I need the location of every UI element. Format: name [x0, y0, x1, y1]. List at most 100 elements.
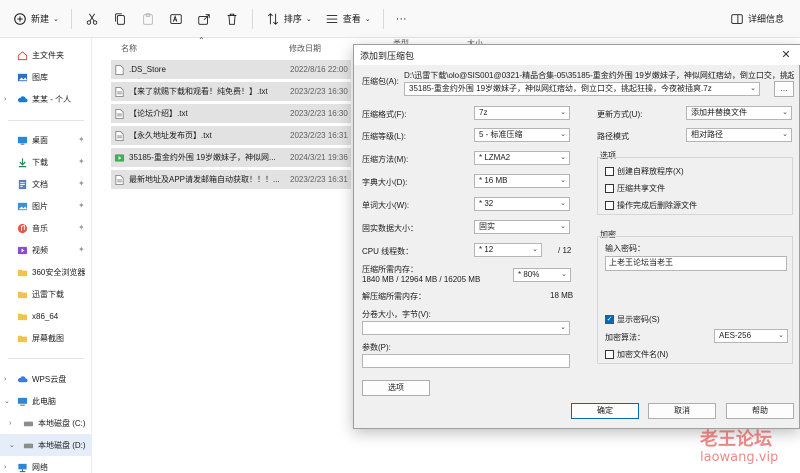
path-mode-select[interactable]: 相对路径 ⌄ — [686, 128, 792, 142]
paste-icon — [140, 11, 156, 27]
file-row[interactable]: 35185-重金约外围 19岁嫩妹子，神似网... 2024/3/21 19:3… — [111, 148, 351, 167]
sort-label: 排序 — [283, 14, 302, 24]
options-button[interactable]: 选项 — [362, 380, 430, 396]
nav-item-desktop[interactable]: 桌面 ✦ — [0, 129, 92, 151]
nav-item-this-pc[interactable]: ⌄ 此电脑 — [0, 390, 92, 412]
nav-item-gallery[interactable]: 图库 — [0, 66, 92, 88]
details-button[interactable]: 详细信息 — [723, 6, 790, 32]
params-input[interactable] — [362, 354, 570, 368]
nav-item-drive-d[interactable]: ⌄ 本地磁盘 (D:) — [0, 434, 92, 456]
chevron-right-icon[interactable]: › — [4, 96, 6, 103]
file-row[interactable]: .DS_Store 2022/8/16 22:00 — [111, 60, 351, 79]
nav-divider — [8, 358, 84, 359]
mem-comp-label: 压缩所需内存： — [362, 265, 418, 274]
new-button[interactable]: 新建 ⌄ — [6, 6, 65, 32]
nav-item-folder[interactable]: 360安全浏览器 — [0, 261, 92, 283]
nav-item-music[interactable]: 音乐 ✦ — [0, 217, 92, 239]
nav-item-videos[interactable]: 视频 ✦ — [0, 239, 92, 261]
mem-pct-select[interactable]: * 80% ⌄ — [513, 268, 571, 282]
file-row[interactable]: 【永久地址发布页】.txt 2023/2/23 16:31 — [111, 126, 351, 145]
enc-method-select[interactable]: AES-256 ⌄ — [714, 329, 788, 343]
nav-divider — [8, 120, 84, 121]
nav-item-network[interactable]: › 网络 — [0, 456, 92, 473]
cancel-button[interactable]: 取消 — [648, 403, 716, 419]
method-select[interactable]: * LZMA2 ⌄ — [474, 151, 570, 165]
video-file-icon — [114, 152, 126, 164]
nav-item-folder[interactable]: 屏幕截图 — [0, 327, 92, 349]
close-icon[interactable]: ✕ — [779, 48, 793, 62]
music-icon — [16, 222, 28, 234]
more-button[interactable]: ··· — [390, 6, 413, 32]
drive-icon — [22, 439, 34, 451]
help-button[interactable]: 帮助 — [726, 403, 794, 419]
view-button[interactable]: 查看 ⌄ — [318, 6, 377, 32]
nav-item-drive-c[interactable]: › 本地磁盘 (C:) — [0, 412, 92, 434]
nav-label: 屏幕截图 — [32, 333, 64, 343]
paste-button[interactable] — [134, 6, 162, 32]
word-select[interactable]: * 32 ⌄ — [474, 197, 570, 211]
cut-button[interactable] — [78, 6, 106, 32]
chevron-right-icon[interactable]: › — [4, 464, 6, 471]
threads-value: * 12 — [479, 245, 494, 254]
nav-item-folder[interactable]: x86_64 — [0, 305, 92, 327]
encrypt-names-checkbox[interactable]: 加密文件名(N) — [605, 349, 668, 360]
solid-label: 固实数据大小： — [362, 224, 418, 233]
chevron-right-icon[interactable]: › — [9, 420, 11, 427]
column-name[interactable]: 名称 — [121, 43, 137, 54]
rename-button[interactable] — [162, 6, 190, 32]
chevron-right-icon[interactable]: › — [4, 376, 6, 383]
threads-select[interactable]: * 12 ⌄ — [474, 243, 542, 257]
sort-button[interactable]: 排序 ⌄ — [259, 6, 318, 32]
folder-icon — [16, 266, 28, 278]
drive-icon — [22, 417, 34, 429]
path-mode-label: 路径模式 — [597, 132, 629, 141]
chevron-down-icon: ⌄ — [364, 15, 371, 23]
ok-button[interactable]: 确定 — [571, 403, 639, 419]
sfx-checkbox[interactable]: 创建自释放程序(X) — [605, 166, 684, 177]
column-date[interactable]: 修改日期 — [289, 43, 321, 54]
show-password-label: 显示密码(S) — [617, 315, 660, 324]
chevron-down-icon: ⌄ — [750, 85, 756, 92]
file-row[interactable]: 最新地址及APP请发邮箱自动获取！！！... 2023/2/23 16:31 — [111, 170, 351, 189]
nav-item-documents[interactable]: 文档 ✦ — [0, 173, 92, 195]
home-icon — [16, 49, 28, 61]
dialog-titlebar[interactable]: 添加到压缩包 — [354, 45, 800, 65]
browse-button[interactable]: ... — [774, 81, 794, 97]
file-row[interactable]: 【论坛介绍】.txt 2023/2/23 16:30 — [111, 104, 351, 123]
archive-path-combo[interactable]: 35185-重金约外围 19岁嫩妹子，神似网红痞幼，倒立口交，挑起狂操，今夜被插… — [404, 82, 760, 96]
copy-button[interactable] — [106, 6, 134, 32]
show-password-checkbox[interactable]: ✓ 显示密码(S) — [605, 314, 660, 325]
nav-label: 本地磁盘 (D:) — [38, 440, 86, 450]
solid-select[interactable]: 固实 ⌄ — [474, 220, 570, 234]
update-select[interactable]: 添加并替换文件 ⌄ — [686, 106, 792, 120]
nav-item-wps-cloud[interactable]: › WPS云盘 — [0, 368, 92, 390]
share-button[interactable] — [190, 6, 218, 32]
level-select[interactable]: 5 - 标准压缩 ⌄ — [474, 128, 570, 142]
method-value: * LZMA2 — [479, 153, 511, 162]
nav-item-folder[interactable]: 迅雷下载 — [0, 283, 92, 305]
sort-icon — [265, 11, 281, 27]
chevron-down-icon[interactable]: ⌄ — [4, 397, 10, 405]
password-input[interactable]: 上老王论坛当老王 — [605, 256, 787, 271]
update-value: 添加并替换文件 — [691, 108, 747, 117]
nav-item-pictures[interactable]: 图片 ✦ — [0, 195, 92, 217]
scissors-icon — [84, 11, 100, 27]
file-date: 2022/8/16 22:00 — [290, 65, 348, 74]
watermark-title: 老王论坛 — [700, 429, 772, 450]
chevron-down-icon: ⌄ — [782, 131, 788, 138]
delete-after-checkbox[interactable]: 操作完成后删除源文件 — [605, 200, 697, 211]
dict-select[interactable]: * 16 MB ⌄ — [474, 174, 570, 188]
file-row[interactable]: 【来了就赐下载和观看！纯免费！】.txt 2023/2/23 16:30 — [111, 82, 351, 101]
shared-checkbox[interactable]: 压缩共享文件 — [605, 183, 665, 194]
nav-item-downloads[interactable]: 下载 ✦ — [0, 151, 92, 173]
split-select[interactable]: ⌄ — [362, 321, 570, 335]
delete-button[interactable] — [218, 6, 246, 32]
word-label: 单词大小(W): — [362, 201, 410, 210]
nav-item-onedrive[interactable]: › 某某 - 个人 — [0, 88, 92, 110]
screen: 新建 ⌄ 排序 ⌄ 查看 ⌄ ··· 详细信息 主文件夹 图库 › 某某 - 个… — [0, 0, 800, 473]
format-select[interactable]: 7z ⌄ — [474, 106, 570, 120]
chevron-down-icon[interactable]: ⌄ — [9, 441, 15, 449]
mem-decomp-label: 解压缩所需内存： — [362, 292, 426, 301]
nav-item-home[interactable]: 主文件夹 — [0, 44, 92, 66]
checkbox-box — [605, 167, 614, 176]
